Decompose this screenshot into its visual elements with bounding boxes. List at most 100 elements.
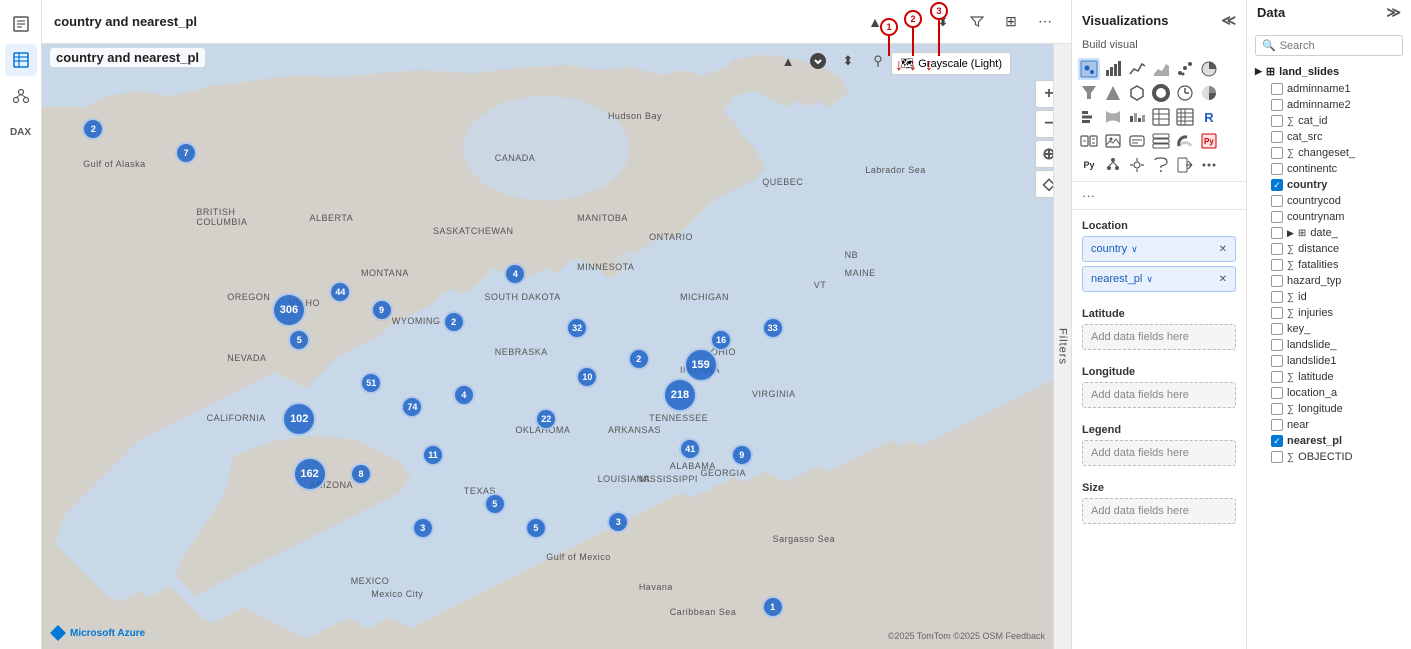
viz-icon-clock[interactable] <box>1174 82 1196 104</box>
checkbox-date[interactable] <box>1271 227 1283 239</box>
cluster-41[interactable]: 41 <box>679 438 701 460</box>
map-down-circle-btn[interactable] <box>805 48 831 74</box>
viz-icon-donut[interactable] <box>1150 82 1172 104</box>
viz-icon-gauge[interactable] <box>1174 130 1196 152</box>
viz-icon-kpi[interactable] <box>1078 130 1100 152</box>
checkbox-countrycod[interactable] <box>1271 195 1283 207</box>
sidebar-icon-table[interactable] <box>5 44 37 76</box>
cluster-10[interactable]: 10 <box>576 366 598 388</box>
data-item-adminname2[interactable]: adminname2 <box>1253 97 1405 113</box>
cluster-51[interactable]: 51 <box>360 372 382 394</box>
checkbox-countrynam[interactable] <box>1271 211 1283 223</box>
cluster-5b[interactable]: 5 <box>484 493 506 515</box>
checkbox-location_a[interactable] <box>1271 387 1283 399</box>
checkbox-distance[interactable] <box>1271 243 1283 255</box>
checkbox-adminname2[interactable] <box>1271 99 1283 111</box>
cluster-159[interactable]: 159 <box>684 348 718 382</box>
cluster-5c[interactable]: 5 <box>525 517 547 539</box>
data-item-countrycod[interactable]: countrycod <box>1253 193 1405 209</box>
latitude-drop-zone[interactable]: Add data fields here <box>1082 324 1236 350</box>
checkbox-nearest_pl[interactable]: ✓ <box>1271 435 1283 447</box>
checkbox-landslide[interactable] <box>1271 339 1283 351</box>
viz-icon-circle-chart[interactable] <box>1198 82 1220 104</box>
viz-icon-r[interactable]: R <box>1198 106 1220 128</box>
viz-icon-table[interactable] <box>1150 106 1172 128</box>
data-item-objectid[interactable]: ∑ OBJECTID <box>1253 449 1405 465</box>
cluster-2c[interactable]: 2 <box>628 348 650 370</box>
cluster-9b[interactable]: 9 <box>731 444 753 466</box>
checkbox-id[interactable] <box>1271 291 1283 303</box>
data-item-location_a[interactable]: location_a <box>1253 385 1405 401</box>
checkbox-changeset[interactable] <box>1271 147 1283 159</box>
viz-icon-pie[interactable] <box>1198 58 1220 80</box>
viz-icon-mountain[interactable] <box>1102 82 1124 104</box>
sidebar-icon-report[interactable] <box>5 8 37 40</box>
data-item-adminname1[interactable]: adminname1 <box>1253 81 1405 97</box>
data-item-distance[interactable]: ∑ distance <box>1253 241 1405 257</box>
data-item-near[interactable]: near <box>1253 417 1405 433</box>
cluster-4a[interactable]: 4 <box>504 263 526 285</box>
size-drop-zone[interactable]: Add data fields here <box>1082 498 1236 524</box>
checkbox-country[interactable]: ✓ <box>1271 179 1283 191</box>
cluster-3b[interactable]: 3 <box>607 511 629 533</box>
viz-icon-matrix[interactable] <box>1174 106 1196 128</box>
viz-icon-hex[interactable] <box>1126 82 1148 104</box>
viz-icon-more-viz[interactable] <box>1198 154 1220 176</box>
checkbox-adminname1[interactable] <box>1271 83 1283 95</box>
checkbox-cat_id[interactable] <box>1271 115 1283 127</box>
cluster-1[interactable]: 1 <box>762 596 784 618</box>
toolbar-expand-btn[interactable]: ⊞ <box>997 8 1025 36</box>
cluster-2b[interactable]: 2 <box>443 311 465 333</box>
cluster-102[interactable]: 102 <box>282 402 316 436</box>
checkbox-continentc[interactable] <box>1271 163 1283 175</box>
viz-collapse-btn[interactable]: ≪ <box>1221 12 1236 29</box>
checkbox-fatalities[interactable] <box>1271 259 1283 271</box>
cluster-22[interactable]: 22 <box>535 408 557 430</box>
checkbox-cat_src[interactable] <box>1271 131 1283 143</box>
cluster-8[interactable]: 8 <box>350 463 372 485</box>
viz-icon-bar[interactable] <box>1102 58 1124 80</box>
data-item-landslide[interactable]: landslide_ <box>1253 337 1405 353</box>
location-field1-remove[interactable]: ✕ <box>1219 244 1227 255</box>
cluster-2a[interactable]: 2 <box>82 118 104 140</box>
cluster-162[interactable]: 162 <box>293 457 327 491</box>
viz-icon-decomp[interactable] <box>1102 154 1124 176</box>
data-search-input[interactable] <box>1280 40 1411 52</box>
checkbox-longitude[interactable] <box>1271 403 1283 415</box>
longitude-drop-zone[interactable]: Add data fields here <box>1082 382 1236 408</box>
data-item-cat_src[interactable]: cat_src <box>1253 129 1405 145</box>
sidebar-icon-model[interactable] <box>5 80 37 112</box>
viz-icon-map[interactable] <box>1078 58 1100 80</box>
data-item-hazard_typ[interactable]: hazard_typ <box>1253 273 1405 289</box>
viz-icon-waterfall[interactable] <box>1126 106 1148 128</box>
checkbox-injuries[interactable] <box>1271 307 1283 319</box>
viz-icon-scatter[interactable] <box>1174 58 1196 80</box>
viz-icon-image[interactable] <box>1102 130 1124 152</box>
map-up-btn[interactable]: ▲ <box>775 48 801 74</box>
data-group-header[interactable]: ▶ ⊞ land_slides <box>1253 62 1405 81</box>
map-copyright[interactable]: ©2025 TomTom ©2025 OSM Feedback <box>888 631 1045 641</box>
checkbox-key[interactable] <box>1271 323 1283 335</box>
data-item-fatalities[interactable]: ∑ fatalities <box>1253 257 1405 273</box>
data-item-id[interactable]: ∑ id <box>1253 289 1405 305</box>
data-item-changeset[interactable]: ∑ changeset_ <box>1253 145 1405 161</box>
cluster-11[interactable]: 11 <box>422 444 444 466</box>
cluster-9a[interactable]: 9 <box>371 299 393 321</box>
data-item-countrynam[interactable]: countrynam <box>1253 209 1405 225</box>
data-item-longitude[interactable]: ∑ longitude <box>1253 401 1405 417</box>
checkbox-objectid[interactable] <box>1271 451 1283 463</box>
viz-icon-hbar[interactable] <box>1078 106 1100 128</box>
sidebar-icon-dax[interactable]: DAX <box>5 116 37 148</box>
toolbar-more-btn[interactable]: ⋯ <box>1031 8 1059 36</box>
data-item-continentc[interactable]: continentc <box>1253 161 1405 177</box>
data-item-country[interactable]: ✓ country <box>1253 177 1405 193</box>
location-field2[interactable]: nearest_pl ∨ ✕ <box>1082 266 1236 292</box>
cluster-218[interactable]: 218 <box>663 378 697 412</box>
cluster-306[interactable]: 306 <box>272 293 306 327</box>
viz-icon-qa[interactable] <box>1150 154 1172 176</box>
cluster-5a[interactable]: 5 <box>288 329 310 351</box>
data-item-latitude[interactable]: ∑ latitude <box>1253 369 1405 385</box>
cluster-32[interactable]: 32 <box>566 317 588 339</box>
data-item-cat_id[interactable]: ∑ cat_id <box>1253 113 1405 129</box>
data-collapse-btn[interactable]: ≫ <box>1386 4 1401 21</box>
